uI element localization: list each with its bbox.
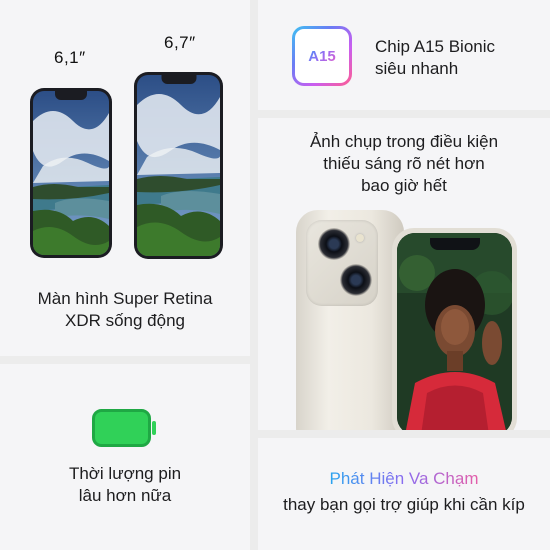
battery-feature-title: Thời lượng pin lâu hơn nữa bbox=[0, 463, 250, 507]
landscape-wallpaper bbox=[33, 91, 109, 255]
landscape-wallpaper bbox=[137, 75, 220, 256]
camera-feature-card: Ảnh chụp trong điều kiện thiếu sáng rõ n… bbox=[258, 118, 550, 430]
battery-icon bbox=[92, 409, 156, 447]
camera-feature-title: Ảnh chụp trong điều kiện thiếu sáng rõ n… bbox=[258, 131, 550, 197]
crash-detection-title: Phát Hiện Va Chạm bbox=[258, 468, 550, 490]
chip-feature-title: Chip A15 Bionic siêu nhanh bbox=[375, 36, 495, 80]
flash-icon bbox=[356, 234, 364, 242]
battery-feature-card: Thời lượng pin lâu hơn nữa bbox=[0, 364, 250, 550]
crash-detection-highlight: Phát Hiện Va Chạm bbox=[329, 469, 479, 488]
camera-module bbox=[306, 220, 378, 306]
crash-detection-subtitle: thay bạn gọi trợ giúp khi cần kíp bbox=[283, 495, 525, 514]
display-title-line2: XDR sống động bbox=[64, 311, 186, 330]
display-feature-title: Màn hình Super Retina XDR sống động bbox=[0, 288, 250, 332]
battery-title-line1: Thời lượng pin bbox=[68, 464, 182, 483]
camera-title-line3: bao giờ hết bbox=[361, 176, 447, 195]
chip-feature-card: A15 Chip A15 Bionic siêu nhanh bbox=[258, 0, 550, 110]
camera-title-line1: Ảnh chụp trong điều kiện bbox=[309, 132, 499, 151]
iphone-large-image bbox=[134, 72, 223, 259]
size-label-large: 6,7″ bbox=[164, 33, 196, 52]
portrait-photo bbox=[397, 233, 512, 430]
crash-detection-feature-card: Phát Hiện Va Chạm thay bạn gọi trợ giúp … bbox=[258, 438, 550, 550]
display-title-line1: Màn hình Super Retina bbox=[37, 289, 213, 308]
battery-title-line2: lâu hơn nữa bbox=[78, 486, 172, 505]
chip-title-line2: siêu nhanh bbox=[375, 59, 459, 78]
camera-lens-icon bbox=[318, 228, 350, 260]
chip-badge-text: A15 bbox=[308, 47, 336, 65]
iphone-front-image bbox=[392, 228, 517, 430]
chip-title-line1: Chip A15 Bionic bbox=[375, 37, 496, 56]
size-label-small: 6,1″ bbox=[54, 48, 86, 67]
iphone-back-image bbox=[296, 210, 422, 430]
iphone-small-image bbox=[30, 88, 112, 258]
camera-lens-icon bbox=[340, 264, 372, 296]
display-feature-card: 6,1″ 6,7″ Màn hình Super Retina XDR sống… bbox=[0, 0, 250, 356]
a15-chip-icon: A15 bbox=[292, 26, 352, 86]
camera-title-line2: thiếu sáng rõ nét hơn bbox=[323, 154, 485, 173]
